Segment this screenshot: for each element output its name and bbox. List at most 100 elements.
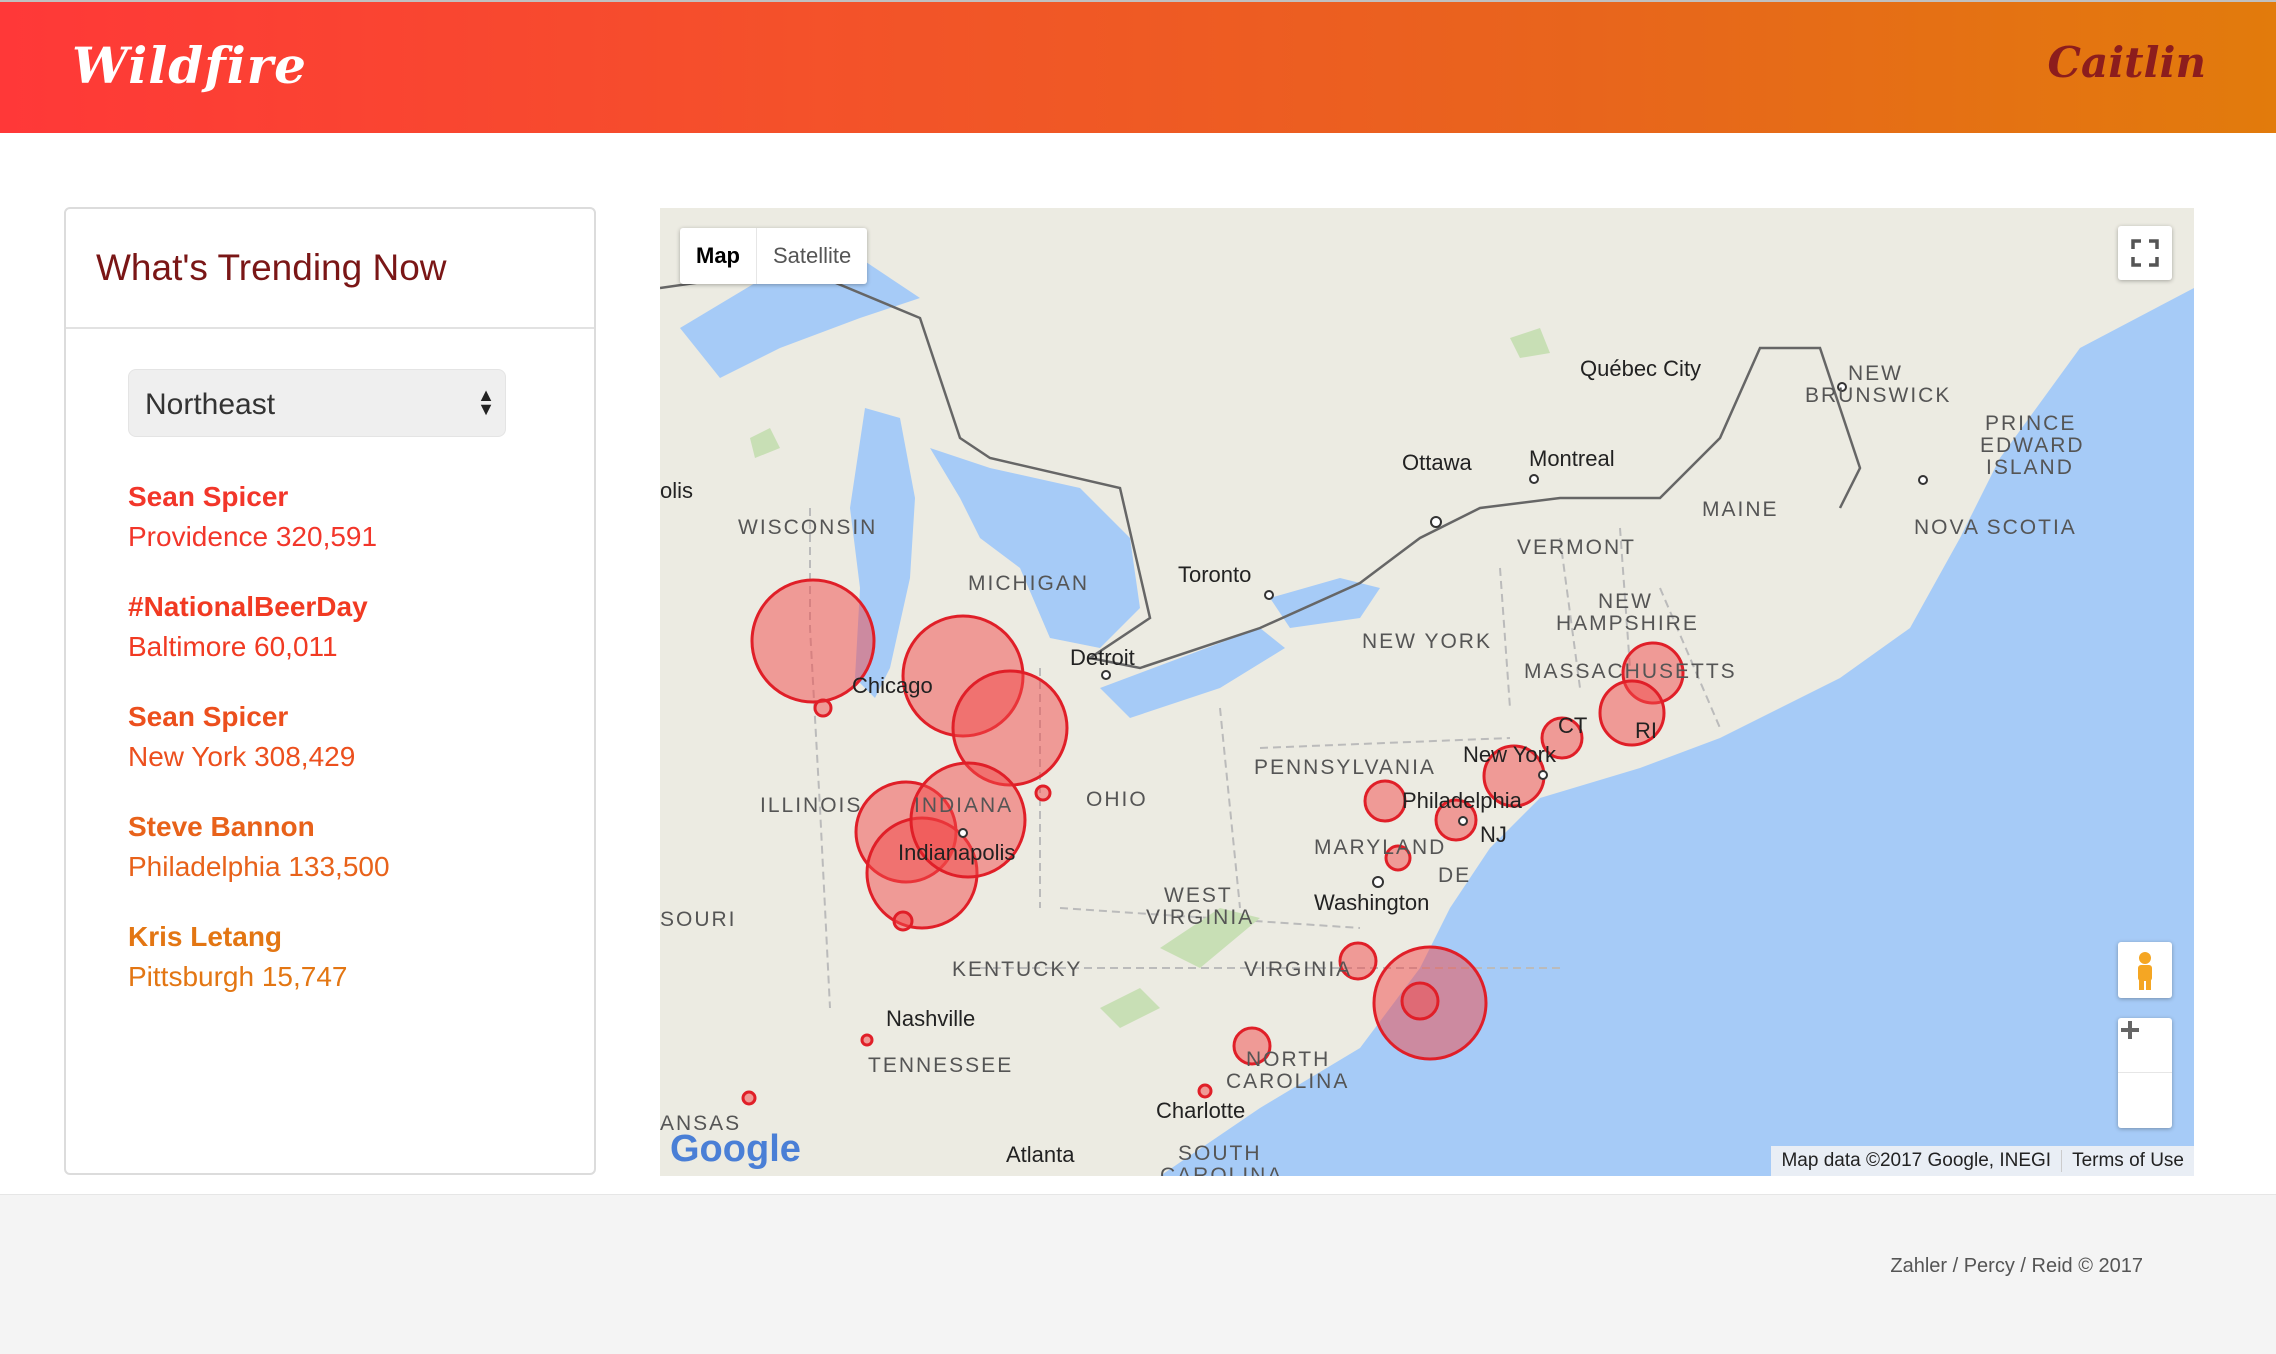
map-label: New York [1463,742,1556,767]
map-label: CT [1558,713,1588,738]
trend-location: Philadelphia 133,500 [128,851,390,882]
map-label: DE [1438,864,1472,887]
pegman-icon [2138,952,2152,990]
map-label: PRINCE [1985,412,2077,435]
trend-item[interactable]: Kris Letang Pittsburgh 15,747 [128,917,588,1027]
trend-location: New York 308,429 [128,741,356,772]
map-label: EDWARD [1980,434,2085,457]
map-label: NEW [1848,362,1903,385]
city-marker [1372,876,1384,888]
trend-name: #NationalBeerDay [128,591,368,622]
map-label: NORTH [1246,1048,1331,1071]
map-label: Québec City [1580,356,1702,381]
trend-item[interactable]: #NationalBeerDay Baltimore 60,011 [128,587,588,697]
footer: Zahler / Percy / Reid © 2017 [0,1194,2276,1354]
map-data-credit: Map data ©2017 Google, INEGI [1781,1150,2052,1171]
city-marker [1529,474,1539,484]
trend-name: Sean Spicer [128,481,289,512]
map-label: SOURI [660,908,737,931]
trend-circle [1197,1083,1213,1099]
zoom-out-button[interactable] [2118,1028,2172,1128]
map-label: Detroit [1070,645,1135,670]
map-label: Montreal [1529,446,1615,471]
map-view[interactable]: Québec City NEW BRUNSWICK PRINCE EDWARD … [660,208,2194,1176]
user-name[interactable]: Caitlin [2048,38,2206,87]
map-label: KENTUCKY [952,958,1083,981]
trend-item[interactable]: Sean Spicer New York 308,429 [128,697,588,807]
trend-circle [1400,981,1440,1021]
map-label: Nashville [886,1006,976,1031]
map-label: Indianapolis [898,840,1016,865]
map-label: SOUTH [1178,1142,1262,1165]
panel-title: What's Trending Now [96,247,447,288]
trend-name: Steve Bannon [128,811,315,842]
google-logo[interactable]: Google [670,1128,801,1171]
map-label: WISCONSIN [738,516,878,539]
map-label: NEW [1598,590,1653,613]
map-label: TENNESSEE [868,1054,1014,1077]
map-label: BRUNSWICK [1805,384,1952,407]
fullscreen-icon [2131,239,2159,267]
trend-location: Providence 320,591 [128,521,378,552]
city-marker [958,828,968,838]
map-label: VERMONT [1517,536,1636,559]
city-marker [1538,770,1548,780]
trend-list: Sean Spicer Providence 320,591 #National… [128,477,588,1027]
select-arrows-icon: ▲ ▼ [477,385,495,419]
map-label: CAROLINA [1226,1070,1350,1093]
panel-header: What's Trending Now [66,209,594,329]
map-label: Washington [1314,890,1430,915]
region-select[interactable]: Northeast ▲ ▼ [128,369,506,437]
map-label: ILLINOIS [760,794,863,817]
terms-of-use-link[interactable]: Terms of Use [2061,1150,2194,1172]
city-marker [1430,516,1442,528]
map-label: PENNSYLVANIA [1254,756,1436,779]
map-label: OHIO [1086,788,1148,811]
map-label: VIRGINIA [1244,958,1353,981]
map-label: MICHIGAN [968,572,1089,595]
map-type-control: Map Satellite [680,228,868,284]
map-label: ISLAND [1986,456,2074,479]
street-view-pegman[interactable] [2118,942,2172,998]
trend-name: Sean Spicer [128,701,289,732]
map-label: VIRGINIA [1146,906,1255,929]
trending-panel: What's Trending Now Northeast ▲ ▼ Sean Sp… [64,207,596,1175]
map-label: CAROLINA [1160,1164,1284,1176]
trend-location: Baltimore 60,011 [128,631,338,662]
map-label: Ottawa [1402,450,1472,475]
map-label: Charlotte [1156,1098,1246,1123]
map-label: NOVA SCOTIA [1914,516,2077,539]
trend-location: Pittsburgh 15,747 [128,961,348,992]
minus-icon [2121,1028,2139,1032]
map-label: NJ [1480,822,1507,847]
map-label: MARYLAND [1314,836,1447,859]
trend-circle [892,910,914,932]
map-type-satellite-button[interactable]: Satellite [757,228,867,284]
map-label: Philadelphia [1402,788,1522,813]
city-marker [1101,670,1111,680]
region-select-value: Northeast [145,388,276,421]
trend-name: Kris Letang [128,921,283,952]
footer-credits: Zahler / Percy / Reid © 2017 [1890,1255,2143,1277]
map-label: Atlanta [1006,1142,1075,1167]
map-label: NEW YORK [1362,630,1492,653]
trend-circle [1363,779,1407,823]
city-marker [1458,816,1468,826]
map-label: Chicago [852,673,933,698]
trend-item[interactable]: Sean Spicer Providence 320,591 [128,477,588,587]
map-type-map-button[interactable]: Map [680,228,757,284]
trend-circle [860,1033,874,1047]
map-label: Toronto [1178,562,1252,587]
fullscreen-button[interactable] [2118,226,2172,280]
trend-circle [813,698,833,718]
map-label: HAMPSHIRE [1556,612,1699,635]
map-label: MASSACHUSETTS [1524,660,1737,683]
brand-logo[interactable]: Wildfire [72,36,307,95]
map-label: INDIANA [914,794,1014,817]
city-marker [1918,475,1928,485]
trend-circle [1034,784,1052,802]
zoom-control [2118,1018,2172,1128]
map-label: MAINE [1702,498,1779,521]
top-navbar: Wildfire Caitlin [0,0,2276,133]
trend-item[interactable]: Steve Bannon Philadelphia 133,500 [128,807,588,917]
